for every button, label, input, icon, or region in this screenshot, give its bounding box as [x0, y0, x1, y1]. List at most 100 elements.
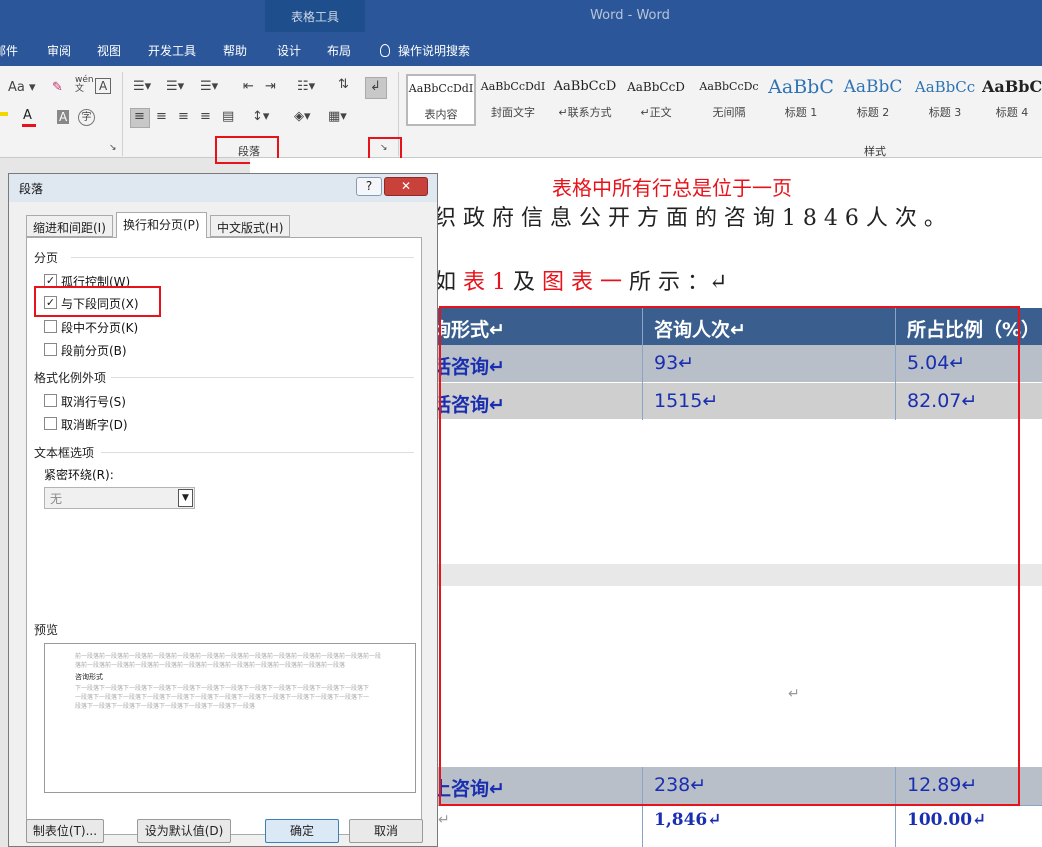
pagination-heading: 分页	[34, 251, 59, 265]
preview-box: 前一段落前一段落前一段落前一段落前一段落前一段落前一段落前一段落前一段落前一段落…	[44, 643, 416, 793]
align-right-icon[interactable]: ≡	[178, 109, 189, 124]
style-sample: AaBbCcDdI	[480, 80, 546, 93]
preview-heading: 预览	[34, 623, 59, 637]
decrease-indent-icon[interactable]: ⇤	[243, 79, 254, 94]
enclose-char-button[interactable]: 字	[78, 109, 95, 126]
align-left-icon: ≡	[134, 109, 145, 124]
font-color-button[interactable]: A	[23, 108, 32, 123]
style-sample: AaBbCcD	[553, 79, 617, 94]
font-color-swatch	[22, 124, 36, 127]
style-sample: AaBbCc	[914, 78, 976, 96]
tab-view[interactable]: 视图	[97, 42, 121, 59]
tight-wrap-label: 紧密环绕(R):	[44, 468, 114, 482]
bullets-icon[interactable]: ☰▾	[133, 79, 151, 94]
clear-format-icon[interactable]: ✎	[52, 80, 63, 95]
style-cover-text[interactable]: AaBbCcDdI 封面文字	[478, 74, 548, 126]
section-divider	[71, 257, 414, 258]
style-sample: AaBbCcDc	[699, 80, 759, 93]
cancel-button[interactable]: 取消	[349, 819, 423, 843]
tab-indents-spacing[interactable]: 缩进和间距(I)	[26, 215, 113, 237]
justify-icon[interactable]: ≡	[200, 109, 211, 124]
style-name: 标题 1	[784, 106, 818, 119]
suppress-line-numbers-checkbox[interactable]	[44, 394, 57, 407]
section-divider	[101, 452, 414, 453]
tell-me-search[interactable]: 操作说明搜索	[380, 42, 470, 59]
no-hyphenation-label[interactable]: 取消断字(D)	[61, 416, 128, 433]
tight-wrap-value: 无	[50, 492, 63, 506]
close-button[interactable]: ✕	[384, 177, 428, 196]
table-cell[interactable]: 1,846↵	[654, 810, 721, 830]
annotation-text: 表格中所有行总是位于一页	[552, 176, 792, 200]
style-heading-1[interactable]: AaBbC 标题 1	[766, 74, 836, 126]
chinese-layout-icon[interactable]: ☷▾	[297, 79, 315, 94]
tab-layout[interactable]: 布局	[327, 42, 351, 59]
suppress-line-numbers-label[interactable]: 取消行号(S)	[61, 393, 126, 410]
doc-table-ref[interactable]: 表 1	[463, 270, 506, 295]
table-cell[interactable]: 100.00↵	[907, 810, 986, 830]
paragraph-dialog: 段落 ? ✕ 缩进和间距(I) 换行和分页(P) 中文版式(H) 分页 ✓ 孤行…	[8, 173, 438, 847]
table-cell[interactable]: ↵	[438, 812, 450, 828]
char-border-button[interactable]: A	[95, 78, 112, 94]
change-case-button[interactable]: Aa ▾	[8, 80, 36, 95]
style-heading-4[interactable]: AaBbC 标题 4	[982, 74, 1042, 126]
multilevel-list-icon[interactable]: ☰▾	[200, 79, 218, 94]
align-center-icon[interactable]: ≡	[156, 109, 167, 124]
page-break-before-checkbox[interactable]	[44, 343, 57, 356]
tab-developer[interactable]: 开发工具	[148, 42, 196, 59]
style-name: 封面文字	[491, 106, 535, 119]
highlight-keep-with-next	[34, 286, 161, 317]
tell-me-label: 操作说明搜索	[398, 44, 471, 58]
line-spacing-icon[interactable]: ↕▾	[252, 109, 269, 124]
style-contact[interactable]: AaBbCcD ↵联系方式	[550, 74, 620, 126]
style-no-spacing[interactable]: AaBbCcDc 无间隔	[694, 74, 764, 126]
style-name: ↵正文	[640, 106, 672, 119]
section-divider	[111, 377, 414, 378]
distributed-icon[interactable]: ▤	[222, 109, 234, 124]
tight-wrap-select[interactable]	[44, 487, 195, 509]
tab-design[interactable]: 设计	[277, 42, 301, 59]
shading-icon[interactable]: ◈▾	[294, 109, 311, 124]
style-normal[interactable]: AaBbCcD ↵正文	[621, 74, 691, 126]
style-name: 标题 2	[856, 106, 890, 119]
help-button[interactable]: ?	[356, 177, 382, 196]
sort-icon[interactable]: ⇅	[338, 77, 349, 92]
style-sample: AaBbC	[982, 77, 1042, 96]
no-hyphenation-checkbox[interactable]	[44, 417, 57, 430]
style-sample: AaBbCcD	[627, 80, 685, 94]
doc-text: 及	[506, 270, 542, 295]
ribbon-separator	[122, 72, 123, 156]
style-table-content[interactable]: AaBbCcDdI 表内容	[406, 74, 476, 126]
doc-text: 如	[434, 270, 463, 295]
keep-lines-together-checkbox[interactable]	[44, 320, 57, 333]
set-default-button[interactable]: 设为默认值(D)	[137, 819, 231, 843]
chevron-down-icon[interactable]: ▼	[178, 489, 193, 507]
doc-line-2: 如 表 1 及 图 表 一 所 示 ：↵	[434, 264, 727, 296]
preview-previous-paragraph: 前一段落前一段落前一段落前一段落前一段落前一段落前一段落前一段落前一段落前一段落…	[75, 653, 382, 669]
style-heading-3[interactable]: AaBbCc 标题 3	[910, 74, 980, 126]
dialog-title: 段落	[19, 182, 44, 196]
doc-text: 所 示 ：↵	[622, 270, 728, 295]
char-shading-button[interactable]: A	[57, 110, 70, 124]
context-group-label: 表格工具	[290, 10, 339, 24]
tab-review[interactable]: 审阅	[47, 42, 71, 59]
highlight-color-swatch[interactable]	[0, 112, 8, 116]
borders-icon[interactable]: ▦▾	[328, 109, 347, 124]
font-dialog-launcher-icon[interactable]: ↘	[109, 143, 117, 153]
increase-indent-icon[interactable]: ⇥	[265, 79, 276, 94]
style-sample: AaBbC	[843, 77, 903, 97]
style-name: 标题 3	[928, 106, 962, 119]
tab-asian-typography[interactable]: 中文版式(H)	[210, 215, 291, 237]
doc-line-1: 织 政 府 信 息 公 开 方 面 的 咨 询 1 8 4 6 人 次 。	[434, 206, 946, 231]
page-break-before-label[interactable]: 段前分页(B)	[61, 342, 127, 359]
ok-button[interactable]: 确定	[265, 819, 339, 843]
style-heading-2[interactable]: AaBbC 标题 2	[838, 74, 908, 126]
doc-chart-ref[interactable]: 图 表 一	[542, 270, 622, 295]
tab-mailings[interactable]: 邮件	[0, 42, 18, 59]
tabs-button[interactable]: 制表位(T)...	[26, 819, 104, 843]
numbering-icon[interactable]: ☰▾	[166, 79, 184, 94]
tab-line-page-breaks[interactable]: 换行和分页(P)	[116, 212, 207, 238]
tab-help[interactable]: 帮助	[223, 42, 247, 59]
phonetic-guide-button[interactable]: wén 文	[75, 76, 94, 94]
title-bar	[0, 0, 1042, 32]
keep-lines-together-label[interactable]: 段中不分页(K)	[61, 319, 138, 336]
